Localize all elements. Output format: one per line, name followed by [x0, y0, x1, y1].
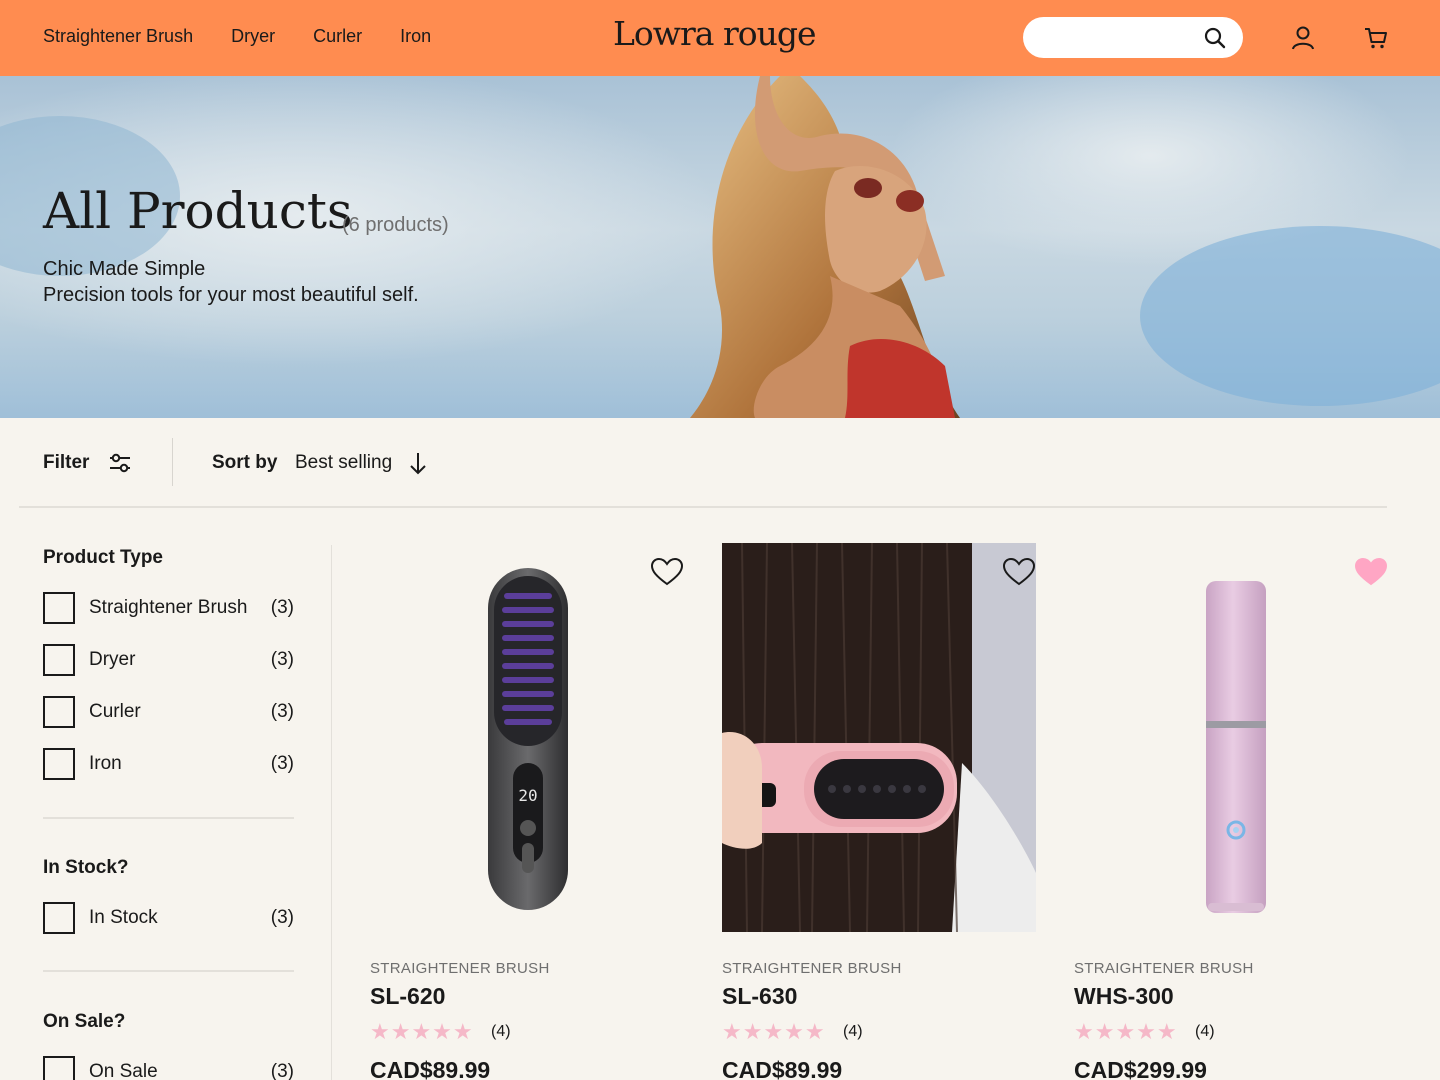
review-count: (4) [1195, 1023, 1215, 1040]
listing-toolbar: Filter Sort by Best selling [0, 418, 1440, 508]
checkbox[interactable] [43, 696, 75, 728]
product-price: CAD$89.99 [722, 1057, 843, 1080]
sort-direction-icon[interactable] [408, 450, 428, 476]
product-name[interactable]: SL-630 [722, 983, 797, 1010]
brand-logo[interactable]: Lowra rouge [613, 14, 817, 53]
search-input[interactable] [1041, 17, 1201, 58]
pink-cylinder-image [1206, 581, 1266, 913]
facet-title-in-stock: In Stock? [43, 857, 129, 878]
facet-option-count: (3) [270, 1061, 294, 1080]
facet-option-curler[interactable]: Curler (3) [43, 696, 294, 728]
facet-option-label: In Stock [89, 907, 158, 928]
facet-option-count: (3) [270, 649, 294, 670]
sort-label: Sort by [212, 452, 278, 473]
facet-option-on-sale[interactable]: On Sale (3) [43, 1056, 294, 1080]
product-type: STRAIGHTENER BRUSH [1074, 960, 1254, 977]
product-count: (6 products) [342, 214, 449, 236]
search-icon[interactable] [1203, 26, 1227, 50]
hero-subtitle: Chic Made Simple Precision tools for you… [43, 256, 419, 308]
hero-tagline: Chic Made Simple [43, 258, 206, 280]
nav-curler[interactable]: Curler [313, 26, 362, 47]
filter-button[interactable]: Filter [43, 452, 89, 474]
nav-dryer[interactable]: Dryer [231, 26, 275, 47]
page-title: All Products [43, 182, 353, 240]
checkbox[interactable] [43, 592, 75, 624]
facet-option-dryer[interactable]: Dryer (3) [43, 644, 294, 676]
main-nav: Straightener Brush Dryer Curler Iron [43, 26, 431, 47]
product-image[interactable]: 20 [370, 543, 684, 932]
svg-text:20: 20 [518, 786, 537, 805]
checkbox[interactable] [43, 644, 75, 676]
rating-stars: ★★★★★ [370, 1019, 474, 1044]
review-count: (4) [491, 1023, 511, 1040]
facet-option-straightener-brush[interactable]: Straightener Brush (3) [43, 592, 294, 624]
facet-option-label: On Sale [89, 1061, 158, 1080]
black-brush-image: 20 [488, 568, 568, 910]
product-image[interactable] [722, 543, 1036, 932]
checkbox[interactable] [43, 1056, 75, 1080]
facet-option-label: Curler [89, 701, 141, 722]
product-type: STRAIGHTENER BRUSH [370, 960, 550, 977]
product-name[interactable]: WHS-300 [1074, 983, 1174, 1010]
nav-iron[interactable]: Iron [400, 26, 431, 47]
product-name[interactable]: SL-620 [370, 983, 445, 1010]
facet-option-count: (3) [270, 597, 294, 618]
account-icon[interactable] [1289, 24, 1317, 52]
facet-option-label: Dryer [89, 649, 136, 670]
site-header: Straightener Brush Dryer Curler Iron Low… [0, 0, 1440, 76]
cart-icon[interactable] [1362, 24, 1390, 52]
facet-option-count: (3) [270, 907, 294, 928]
facet-divider [43, 970, 294, 972]
hero-image [0, 76, 1440, 418]
hero-description: Precision tools for your most beautiful … [43, 284, 419, 306]
search-box [1023, 17, 1243, 58]
heart-icon[interactable] [1354, 557, 1388, 587]
facet-option-in-stock[interactable]: In Stock (3) [43, 902, 294, 934]
facet-option-iron[interactable]: Iron (3) [43, 748, 294, 780]
product-price: CAD$89.99 [370, 1057, 491, 1080]
sidebar-divider [331, 545, 332, 1080]
facet-option-label: Straightener Brush [89, 597, 248, 618]
rating-stars: ★★★★★ [722, 1019, 826, 1044]
nav-straightener-brush[interactable]: Straightener Brush [43, 26, 193, 47]
rating-stars: ★★★★★ [1074, 1019, 1178, 1044]
facet-option-label: Iron [89, 753, 122, 774]
sort-select[interactable]: Best selling [295, 452, 392, 474]
product-type: STRAIGHTENER BRUSH [722, 960, 902, 977]
heart-icon[interactable] [1002, 557, 1036, 587]
toolbar-divider [172, 438, 173, 486]
facet-option-count: (3) [270, 753, 294, 774]
brush-in-hair-image [722, 543, 1036, 932]
facet-title-product-type: Product Type [43, 547, 163, 568]
product-price: CAD$299.99 [1074, 1057, 1207, 1080]
review-count: (4) [843, 1023, 863, 1040]
filter-sliders-icon[interactable] [107, 450, 133, 476]
facet-option-count: (3) [270, 701, 294, 722]
hero-banner: All Products (6 products) Chic Made Simp… [0, 76, 1440, 418]
checkbox[interactable] [43, 902, 75, 934]
facet-divider [43, 817, 294, 819]
heart-icon[interactable] [650, 557, 684, 587]
product-image[interactable] [1074, 543, 1388, 932]
toolbar-separator [19, 506, 1387, 508]
checkbox[interactable] [43, 748, 75, 780]
facet-title-on-sale: On Sale? [43, 1011, 126, 1032]
